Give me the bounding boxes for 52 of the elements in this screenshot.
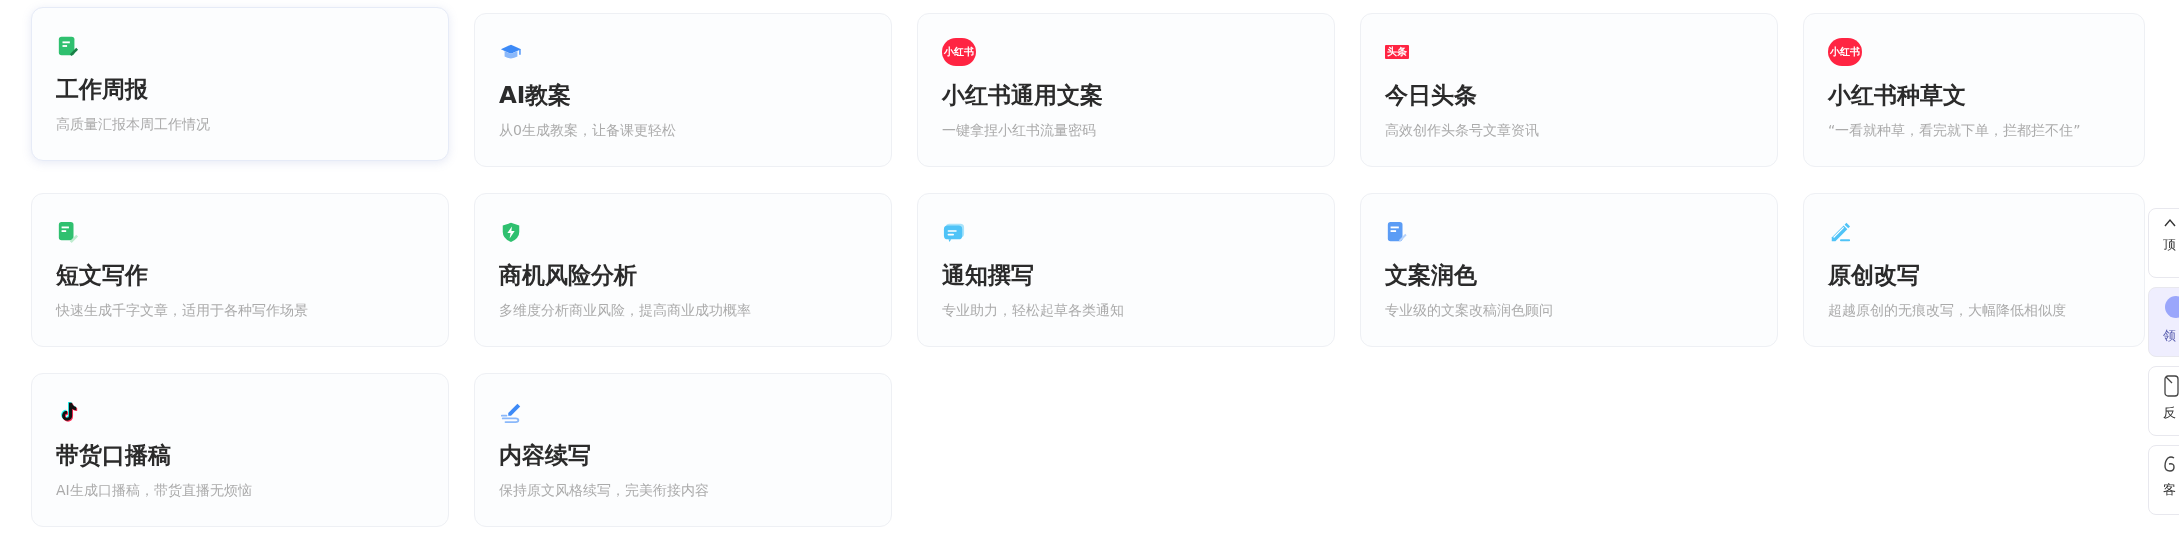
card-title: 原创改写 [1828,262,1920,290]
logo-icon: 小红书 [942,38,976,66]
card-title: 通知撰写 [942,262,1034,290]
card-title: AI教案 [499,82,572,110]
side-button[interactable]: 顶 [2148,208,2179,278]
tool-card[interactable]: 小红书 小红书通用文案 一键拿捏小红书流量密码 [917,13,1335,167]
card-title: 商机风险分析 [499,262,637,290]
card-description: AI生成口播稿，带货直播无烦恼 [56,480,252,500]
tool-card[interactable]: 短文写作 快速生成千字文章，适用于各种写作场景 [31,193,449,347]
card-title: 内容续写 [499,442,591,470]
chevron-up-icon [2163,217,2177,229]
side-button[interactable]: 客 [2148,445,2179,515]
side-button[interactable]: 领 [2148,287,2179,357]
card-title: 小红书种草文 [1828,82,1966,110]
card-description: 多维度分析商业风险，提高商业成功概率 [499,300,751,320]
card-title: 工作周报 [56,76,148,104]
card-description: 一键拿捏小红书流量密码 [942,120,1096,140]
card-title: 带货口播稿 [56,442,171,470]
tool-card[interactable]: AI教案 从0生成教案，让备课更轻松 [474,13,892,167]
document-pen-icon [1386,221,1408,243]
note-pen-icon [57,35,79,57]
shield-bolt-icon [500,221,522,243]
tool-card[interactable]: 工作周报 高质量汇报本周工作情况 [31,7,449,161]
card-description: 专业助力，轻松起草各类通知 [942,300,1124,320]
card-title: 短文写作 [56,262,148,290]
device-icon [2163,375,2179,397]
tool-card[interactable]: 通知撰写 专业助力，轻松起草各类通知 [917,193,1335,347]
card-title: 今日头条 [1385,82,1477,110]
card-description: 超越原创的无痕改写，大幅降低相似度 [1828,300,2066,320]
card-title: 文案润色 [1385,262,1477,290]
note-pen-icon [57,221,79,243]
card-description: 从0生成教案，让备课更轻松 [499,120,676,140]
tool-card[interactable]: 头条 今日头条 高效创作头条号文章资讯 [1360,13,1778,167]
card-description: 高质量汇报本周工作情况 [56,114,210,134]
pen-writing-icon [500,401,522,423]
card-description: 专业级的文案改稿润色顾问 [1385,300,1553,320]
side-button[interactable]: 反 [2148,366,2179,436]
tool-card[interactable]: 带货口播稿 AI生成口播稿，带货直播无烦恼 [31,373,449,527]
card-description: 高效创作头条号文章资讯 [1385,120,1539,140]
tool-card[interactable]: 小红书 小红书种草文 “一看就种草，看完就下单，拦都拦不住” [1803,13,2145,167]
card-title: 小红书通用文案 [942,82,1103,110]
tool-card[interactable]: 内容续写 保持原文风格续写，完美衔接内容 [474,373,892,527]
logo-icon: 小红书 [1828,38,1862,66]
card-description: 快速生成千字文章，适用于各种写作场景 [56,300,308,320]
tool-card[interactable]: 文案润色 专业级的文案改稿润色顾问 [1360,193,1778,347]
logo-icon: 头条 [1385,45,1409,59]
card-description: 保持原文风格续写，完美衔接内容 [499,480,709,500]
tool-card[interactable]: 商机风险分析 多维度分析商业风险，提高商业成功概率 [474,193,892,347]
tool-card[interactable]: 原创改写 超越原创的无痕改写，大幅降低相似度 [1803,193,2145,347]
card-description: “一看就种草，看完就下单，拦都拦不住” [1828,120,2081,140]
pencil-icon [1829,221,1851,243]
chat-bubble-icon [943,221,965,243]
